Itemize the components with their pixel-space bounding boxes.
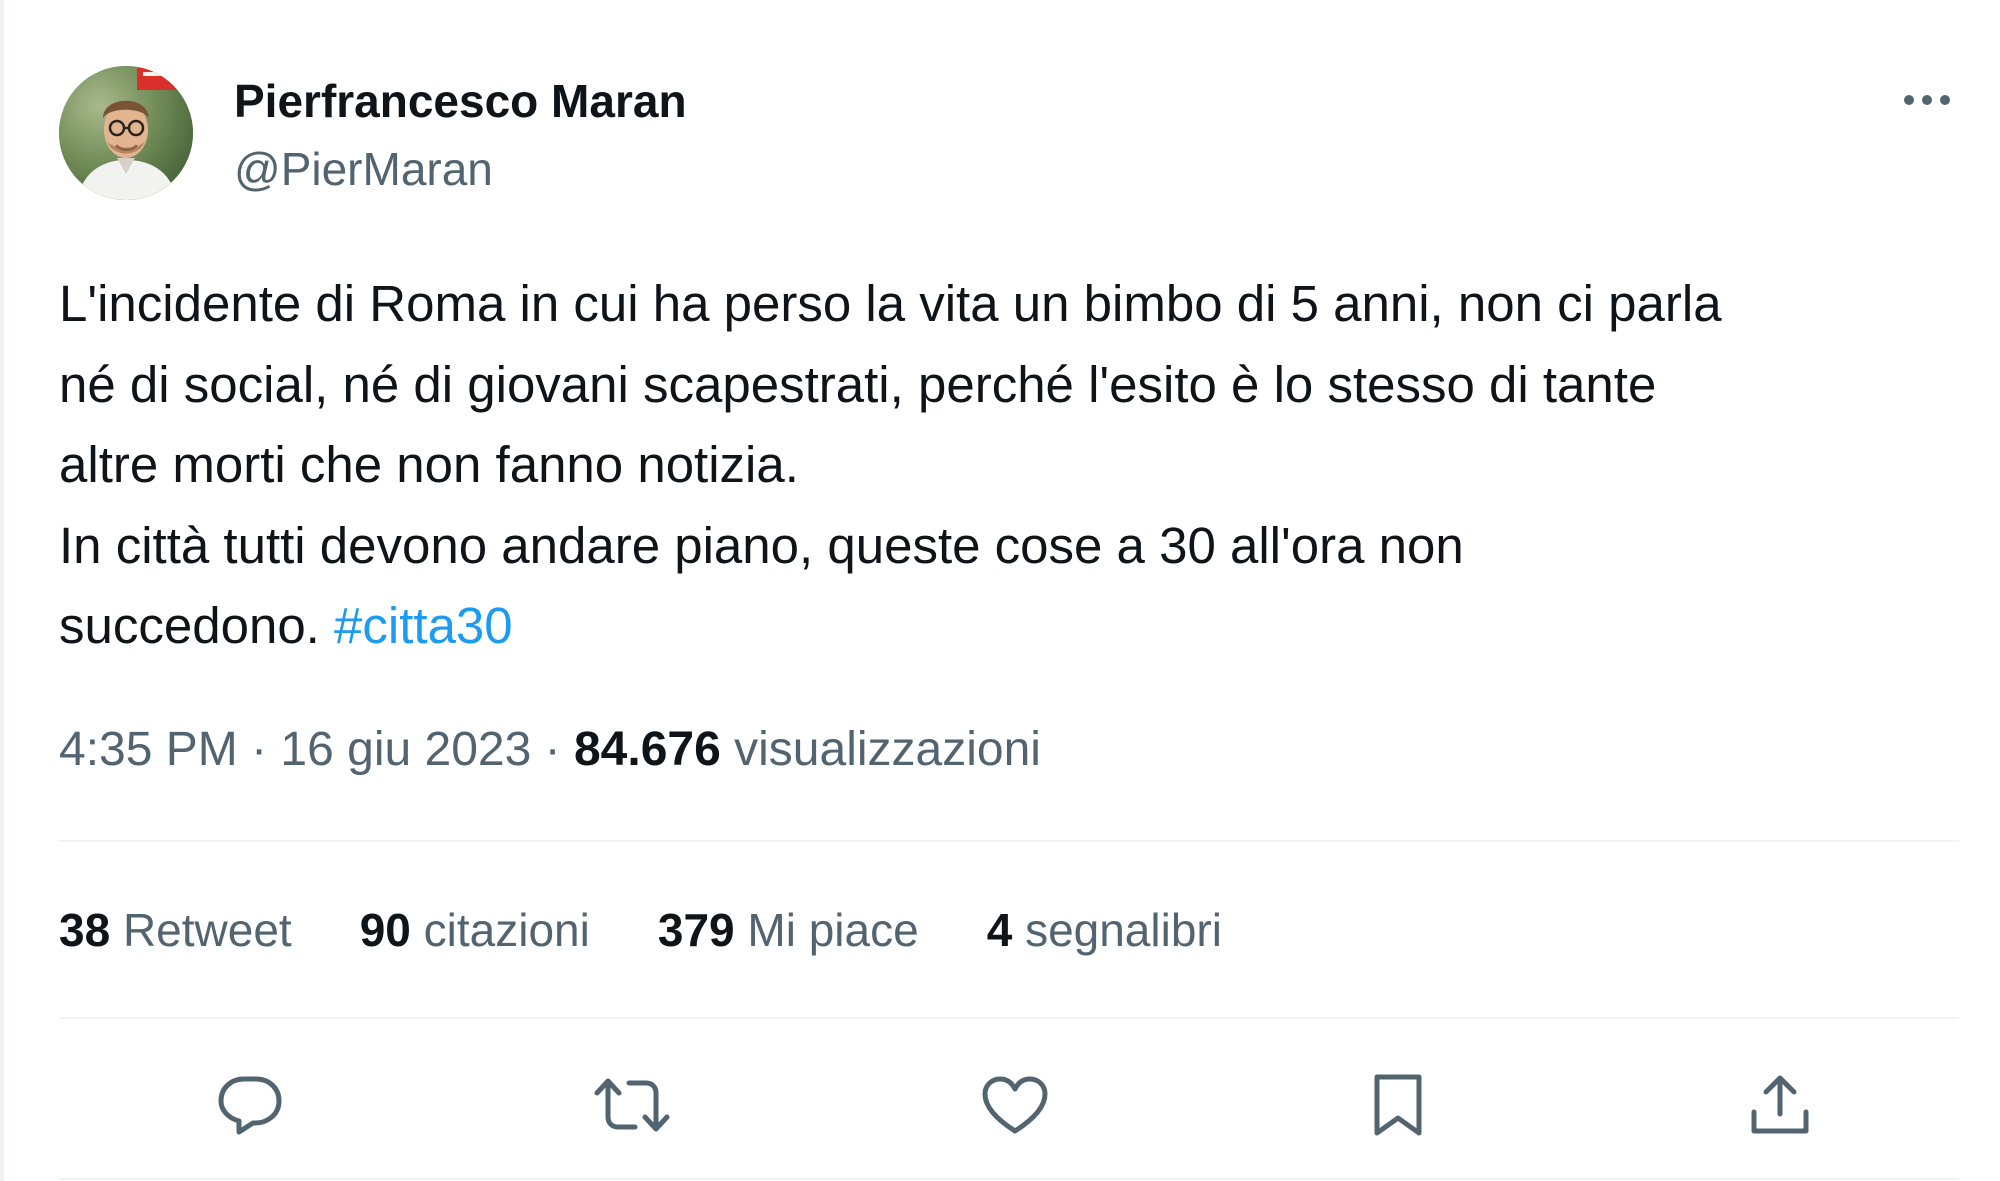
tweet: Pierfrancesco Maran @PierMaran L'inciden… — [59, 0, 1959, 1181]
reply-icon — [217, 1074, 283, 1136]
display-name[interactable]: Pierfrancesco Maran — [234, 72, 687, 130]
bookmark-button[interactable] — [1353, 1060, 1443, 1150]
stat-count: 379 — [657, 904, 735, 956]
tweet-date[interactable]: 16 giu 2023 — [280, 723, 531, 776]
tweet-stats: 38 Retweet 90 citazioni 379 Mi piace 4 s… — [59, 900, 1290, 960]
hashtag-link[interactable]: #citta30 — [334, 597, 513, 654]
page-edge — [0, 0, 4, 1181]
stat-label: Mi piace — [747, 904, 919, 956]
meta-separator: · — [237, 723, 281, 776]
stat-bookmarks[interactable]: 4 segnalibri — [987, 900, 1222, 960]
more-options-button[interactable] — [1897, 84, 1957, 120]
avatar-photo — [59, 66, 193, 200]
retweet-button[interactable] — [587, 1060, 677, 1150]
share-icon — [1749, 1074, 1811, 1136]
share-button[interactable] — [1735, 1060, 1825, 1150]
more-horizontal-icon — [1903, 93, 1951, 111]
views-label: visualizzazioni — [734, 723, 1041, 776]
tweet-text: L'incidente di Roma in cui ha perso la v… — [59, 264, 1959, 667]
tweet-header: Pierfrancesco Maran @PierMaran — [59, 66, 1959, 202]
retweet-icon — [593, 1077, 671, 1133]
heart-icon — [981, 1075, 1049, 1135]
tweet-actions — [59, 1060, 1959, 1150]
stat-label: Retweet — [122, 904, 292, 956]
stat-label: citazioni — [423, 904, 590, 956]
divider — [59, 840, 1959, 842]
reply-button[interactable] — [205, 1060, 295, 1150]
stat-label: segnalibri — [1025, 904, 1222, 956]
divider — [59, 1017, 1959, 1019]
tweet-time[interactable]: 4:35 PM — [59, 723, 238, 776]
stat-retweets[interactable]: 38 Retweet — [59, 900, 292, 960]
stat-quotes[interactable]: 90 citazioni — [360, 900, 590, 960]
like-button[interactable] — [970, 1060, 1060, 1150]
bookmark-icon — [1372, 1072, 1424, 1138]
meta-separator: · — [531, 723, 574, 776]
user-handle[interactable]: @PierMaran — [234, 140, 687, 198]
tweet-text-content: L'incidente di Roma in cui ha perso la v… — [59, 275, 1722, 654]
stat-count: 4 — [986, 904, 1013, 956]
stat-likes[interactable]: 379 Mi piace — [658, 900, 919, 960]
stat-count: 90 — [359, 904, 411, 956]
views-count: 84.676 — [573, 723, 721, 776]
avatar[interactable] — [59, 66, 193, 200]
divider — [59, 1178, 1959, 1180]
tweet-meta: 4:35 PM · 16 giu 2023 · 84.676 visualizz… — [59, 720, 1041, 780]
author-names: Pierfrancesco Maran @PierMaran — [234, 72, 687, 198]
stat-count: 38 — [59, 904, 111, 956]
